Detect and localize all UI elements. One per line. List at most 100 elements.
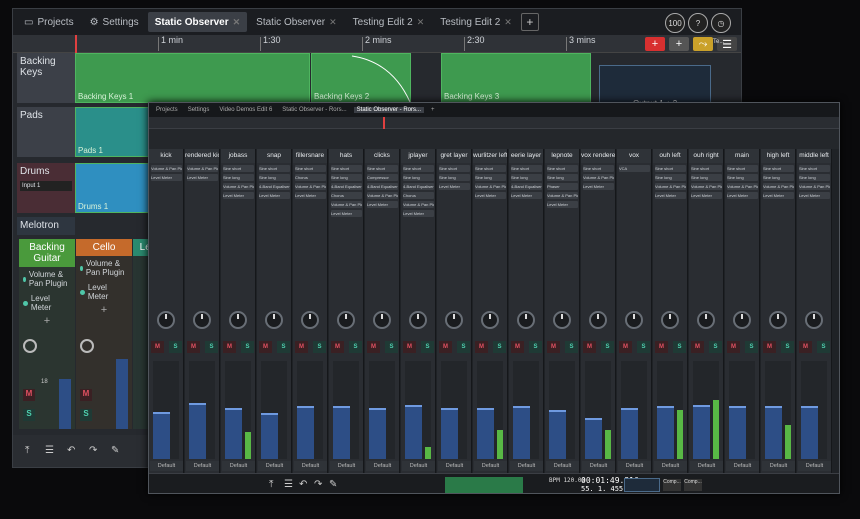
timeline-ruler[interactable]: 1 min 1:30 2 mins 2:30 3 mins (13, 35, 741, 53)
channel-name[interactable]: kick (149, 149, 183, 163)
plugin-item[interactable]: Level Meter (223, 192, 254, 199)
plugin-item[interactable]: Level Meter (583, 183, 614, 190)
plugin-item[interactable]: Sine short (655, 165, 686, 172)
tab-static-observer[interactable]: Static Observer ✕ (249, 12, 343, 32)
pan-knob[interactable] (409, 311, 427, 329)
close-icon[interactable]: ✕ (504, 17, 512, 28)
channel-name[interactable]: clicks (365, 149, 399, 163)
plugin-item[interactable]: Level Meter (799, 192, 830, 199)
volume-fader[interactable] (549, 410, 566, 459)
tab-projects[interactable]: ▭ Projects (17, 12, 81, 32)
mute-button[interactable]: M (511, 341, 524, 353)
output-selector[interactable]: Default (222, 461, 255, 471)
output-selector[interactable]: Default (438, 461, 471, 471)
plugin-item[interactable]: Sine short (547, 165, 578, 172)
channel-name[interactable]: main (725, 149, 759, 163)
plugin-item[interactable]: Volume & Pan Plugin (403, 201, 434, 208)
solo-button[interactable]: S (529, 341, 542, 353)
automation-icon[interactable]: ⤳ (693, 37, 713, 51)
solo-button[interactable]: S (23, 409, 35, 421)
volume-fader[interactable] (333, 406, 350, 459)
volume-fader[interactable] (801, 406, 818, 459)
comp-button[interactable]: Comp... (663, 479, 681, 491)
mute-button[interactable]: M (439, 341, 452, 353)
undo-icon[interactable]: ↶ (299, 479, 307, 490)
channel-name[interactable]: ouh left (653, 149, 687, 163)
mute-button[interactable]: M (691, 341, 704, 353)
output-selector[interactable]: Default (762, 461, 795, 471)
plugin-item[interactable]: Volume & Pan Plugin (187, 165, 218, 172)
volume-fader[interactable] (729, 406, 746, 459)
plugin-item[interactable]: Volume & Pan Plugin (151, 165, 182, 172)
channel-name[interactable]: jplayer (401, 149, 435, 163)
plugin-item[interactable]: Sine short (475, 165, 506, 172)
solo-button[interactable]: S (817, 341, 830, 353)
plugin-item[interactable]: Sine short (259, 165, 290, 172)
undo-icon[interactable]: ↶ (67, 445, 75, 456)
mute-button[interactable]: M (583, 341, 596, 353)
mute-button[interactable]: M (799, 341, 812, 353)
output-selector[interactable]: Default (726, 461, 759, 471)
plugin-item[interactable]: Volume & Pan Plugin (691, 183, 722, 190)
pan-knob[interactable] (301, 311, 319, 329)
pan-knob[interactable] (517, 311, 535, 329)
volume-fader[interactable] (153, 412, 170, 459)
plugin-item[interactable]: Level Meter (295, 192, 326, 199)
input-selector[interactable]: Input 1 (20, 181, 72, 191)
mute-button[interactable]: M (151, 341, 164, 353)
timeline-ruler[interactable] (149, 117, 839, 129)
output-selector[interactable]: Default (402, 461, 435, 471)
plugin-item[interactable]: Level Meter (547, 201, 578, 208)
output-selector[interactable]: Default (798, 461, 831, 471)
solo-button[interactable]: S (80, 409, 92, 421)
volume-fader[interactable] (765, 406, 782, 459)
plugin-item[interactable]: Volume & Pan Plugin (367, 192, 398, 199)
plugin-item[interactable]: Volume & Pan Plugin (331, 201, 362, 208)
solo-button[interactable]: S (385, 341, 398, 353)
add-track-red-button[interactable]: + (645, 37, 665, 51)
plugin-item[interactable]: Sine short (403, 165, 434, 172)
mute-button[interactable]: M (187, 341, 200, 353)
clip[interactable]: Backing Keys 2 (311, 53, 411, 103)
pan-knob[interactable] (337, 311, 355, 329)
mute-button[interactable]: M (475, 341, 488, 353)
pan-knob[interactable] (157, 311, 175, 329)
plugin-item[interactable]: Sine short (511, 165, 542, 172)
bpm-display[interactable]: BPM 120.00 (549, 477, 585, 484)
plugin-item[interactable]: Sine short (331, 165, 362, 172)
output-selector[interactable]: Default (330, 461, 363, 471)
pan-knob[interactable] (589, 311, 607, 329)
wrench-icon[interactable]: ✎ (111, 445, 119, 456)
volume-fader[interactable] (441, 408, 458, 459)
plugin-item[interactable]: Sine long (223, 174, 254, 181)
output-selector[interactable]: Default (654, 461, 687, 471)
solo-button[interactable]: S (457, 341, 470, 353)
close-icon[interactable]: ✕ (417, 17, 425, 28)
channel-name[interactable]: ouh right (689, 149, 723, 163)
pan-knob[interactable] (625, 311, 643, 329)
plugin-item[interactable]: VCA (619, 165, 650, 172)
channel-name[interactable]: vox rendered (581, 149, 615, 163)
solo-button[interactable]: S (205, 341, 218, 353)
zoom-level-indicator[interactable]: 100 (665, 13, 685, 33)
plugin-item[interactable]: Sine long (475, 174, 506, 181)
channel-name[interactable]: fillersnare (293, 149, 327, 163)
export-icon[interactable]: ⤒ (25, 445, 29, 456)
plugin-item[interactable]: Volume & Pan Plugin (583, 174, 614, 181)
mute-button[interactable]: M (259, 341, 272, 353)
plugin-item[interactable]: Sine long (799, 174, 830, 181)
plugin-item[interactable]: Level Meter (259, 192, 290, 199)
close-icon[interactable]: ✕ (329, 17, 337, 28)
output-selector[interactable]: Default (366, 461, 399, 471)
channel-name[interactable]: gret layer (437, 149, 471, 163)
plugin-item[interactable]: Level Meter (691, 192, 722, 199)
volume-fader[interactable] (513, 406, 530, 459)
plugin-item[interactable]: Chorus (331, 192, 362, 199)
solo-button[interactable]: S (421, 341, 434, 353)
plugin-item[interactable]: Phaser (547, 183, 578, 190)
mute-button[interactable]: M (23, 389, 35, 401)
mute-button[interactable]: M (223, 341, 236, 353)
output-selector[interactable]: Default (294, 461, 327, 471)
plugin-item[interactable]: Sine long (403, 174, 434, 181)
mute-button[interactable]: M (331, 341, 344, 353)
